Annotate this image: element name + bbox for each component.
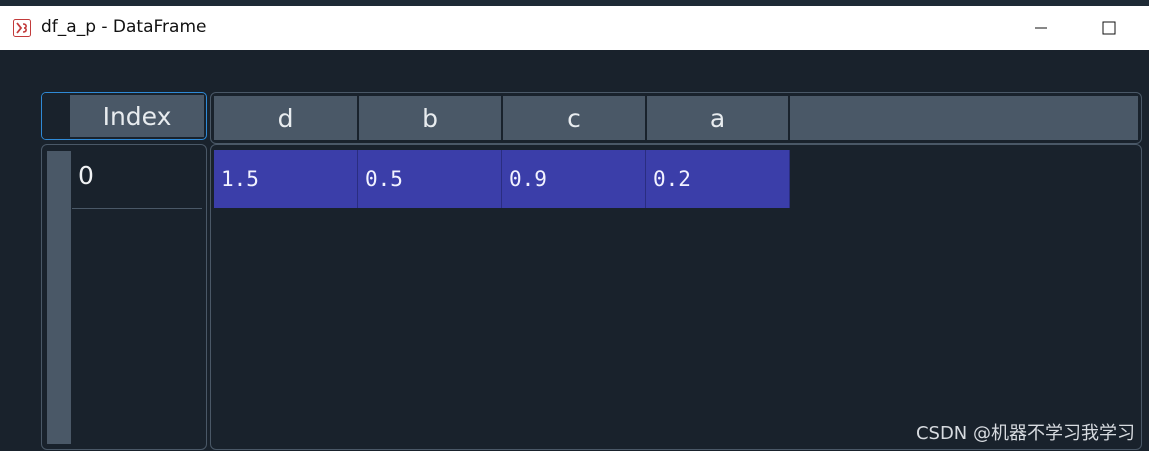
minimize-icon: [1035, 27, 1047, 29]
dataframe-editor: Index d b c a 0 1.5 0.5 0.9 0.2 CSDN @机器…: [0, 50, 1149, 451]
index-column: 0: [41, 144, 207, 450]
data-grid: 1.5 0.5 0.9 0.2: [210, 144, 1142, 450]
row-header-bar: [47, 151, 71, 444]
maximize-icon: [1102, 21, 1116, 35]
watermark: CSDN @机器不学习我学习: [915, 423, 1135, 444]
data-cell-c[interactable]: 0.9: [502, 150, 646, 208]
column-header-bar: d b c a: [210, 92, 1142, 144]
window-title: df_a_p - DataFrame: [41, 17, 207, 37]
minimize-button[interactable]: [1018, 12, 1064, 44]
data-cell-d[interactable]: 1.5: [214, 150, 358, 208]
column-header-a[interactable]: a: [647, 96, 790, 140]
data-cell-b[interactable]: 0.5: [358, 150, 502, 208]
column-header-c[interactable]: c: [503, 96, 647, 140]
corner-stub: [42, 93, 70, 139]
data-cell-a[interactable]: 0.2: [646, 150, 790, 208]
maximize-button[interactable]: [1086, 12, 1132, 44]
window-titlebar: df_a_p - DataFrame: [0, 6, 1149, 50]
index-value: 0: [78, 161, 94, 190]
column-header-d[interactable]: d: [214, 96, 359, 140]
column-header-b[interactable]: b: [359, 96, 503, 140]
index-row[interactable]: 0: [72, 151, 202, 209]
column-header-band: d b c a: [214, 96, 1138, 140]
index-header-label: Index: [70, 95, 204, 137]
index-header[interactable]: Index: [41, 92, 207, 140]
app-icon: [13, 19, 31, 37]
